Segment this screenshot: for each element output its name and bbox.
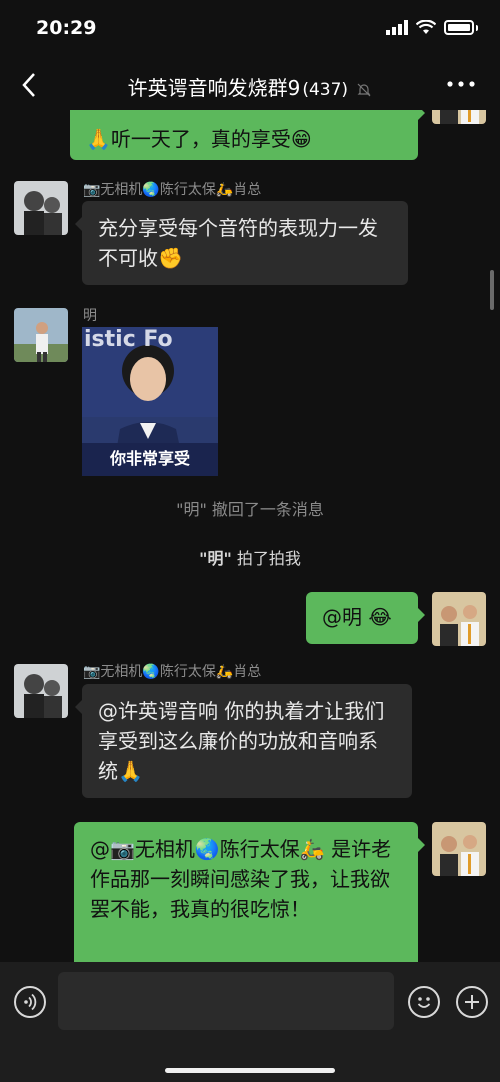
more-options-button[interactable]	[446, 74, 476, 94]
emoji-button[interactable]	[408, 986, 440, 1018]
message-bubble-outgoing[interactable]: @📷无相机🌏陈行太保🛵 是许老作品那一刻瞬间感染了我，让我欲罢不能，我真的很吃惊…	[74, 822, 425, 962]
sticker-caption: 你非常享受	[109, 449, 190, 468]
scrollbar[interactable]	[490, 270, 494, 310]
wifi-icon	[416, 20, 436, 34]
input-bar	[0, 962, 500, 1082]
sender-name: 📷无相机🌏陈行太保🛵肖总	[83, 664, 262, 680]
system-message-recalled: "明" 撤回了一条消息	[176, 500, 324, 519]
battery-icon	[444, 20, 474, 35]
message-text: 充分享受每个音符的表现力一发不可收✊	[98, 216, 378, 270]
chat-title: 许英谔音响发烧群9	[127, 76, 301, 100]
message-text: @明 😂	[322, 605, 392, 629]
smiley-icon	[417, 997, 431, 1008]
message-list[interactable]: 🙏听一天了，真的享受😁 📷无相机🌏陈行太保🛵肖总 充分享受每个音符的表现力一发不…	[0, 110, 500, 962]
chat-header: 许英谔音响发烧群9 (437)	[0, 60, 500, 110]
more-functions-button[interactable]	[456, 986, 488, 1018]
avatar-self[interactable]	[432, 592, 486, 646]
message-text: @📷无相机🌏陈行太保🛵 是许老作品那一刻瞬间感染了我，让我欲罢不能，我真的很吃惊…	[90, 837, 392, 921]
voice-input-button[interactable]	[14, 986, 46, 1018]
avatar-sender[interactable]	[14, 308, 68, 362]
chat-title-group: 许英谔音响发烧群9 (437)	[0, 72, 500, 101]
sticker-image[interactable]: istic Fo 你非常享受	[82, 327, 218, 476]
message-input[interactable]	[58, 972, 394, 1030]
avatar-sender[interactable]	[14, 181, 68, 235]
battery-nub	[476, 24, 478, 31]
sender-name: 明	[83, 308, 97, 324]
avatar-self[interactable]	[432, 822, 486, 876]
message-bubble-outgoing[interactable]: @明 😂	[306, 592, 425, 644]
message-text: @许英谔音响 你的执着才让我们享受到这么廉价的功放和音响系统🙏	[98, 699, 385, 783]
system-message-pat: "明" 拍了拍我	[199, 549, 301, 568]
message-bubble-outgoing[interactable]: 🙏听一天了，真的享受😁	[70, 110, 425, 160]
member-count: (437)	[302, 80, 349, 100]
signal-icon	[386, 20, 408, 35]
sticker-background-text: istic Fo	[84, 327, 173, 352]
mute-bell-icon	[357, 83, 371, 96]
more-dots-icon	[447, 81, 475, 87]
plus-icon	[465, 995, 479, 1009]
avatar-sender[interactable]	[14, 664, 68, 718]
sender-name: 📷无相机🌏陈行太保🛵肖总	[83, 182, 262, 198]
message-text: 🙏听一天了，真的享受😁	[86, 127, 312, 151]
message-bubble-incoming[interactable]: 充分享受每个音符的表现力一发不可收✊	[75, 201, 408, 285]
home-indicator[interactable]	[165, 1068, 335, 1073]
voice-icon	[24, 993, 37, 1011]
status-time: 20:29	[36, 17, 97, 39]
avatar-self[interactable]	[432, 110, 486, 124]
status-icons	[386, 20, 478, 35]
status-bar: 20:29	[0, 0, 500, 60]
message-bubble-incoming[interactable]: @许英谔音响 你的执着才让我们享受到这么廉价的功放和音响系统🙏	[75, 684, 412, 798]
